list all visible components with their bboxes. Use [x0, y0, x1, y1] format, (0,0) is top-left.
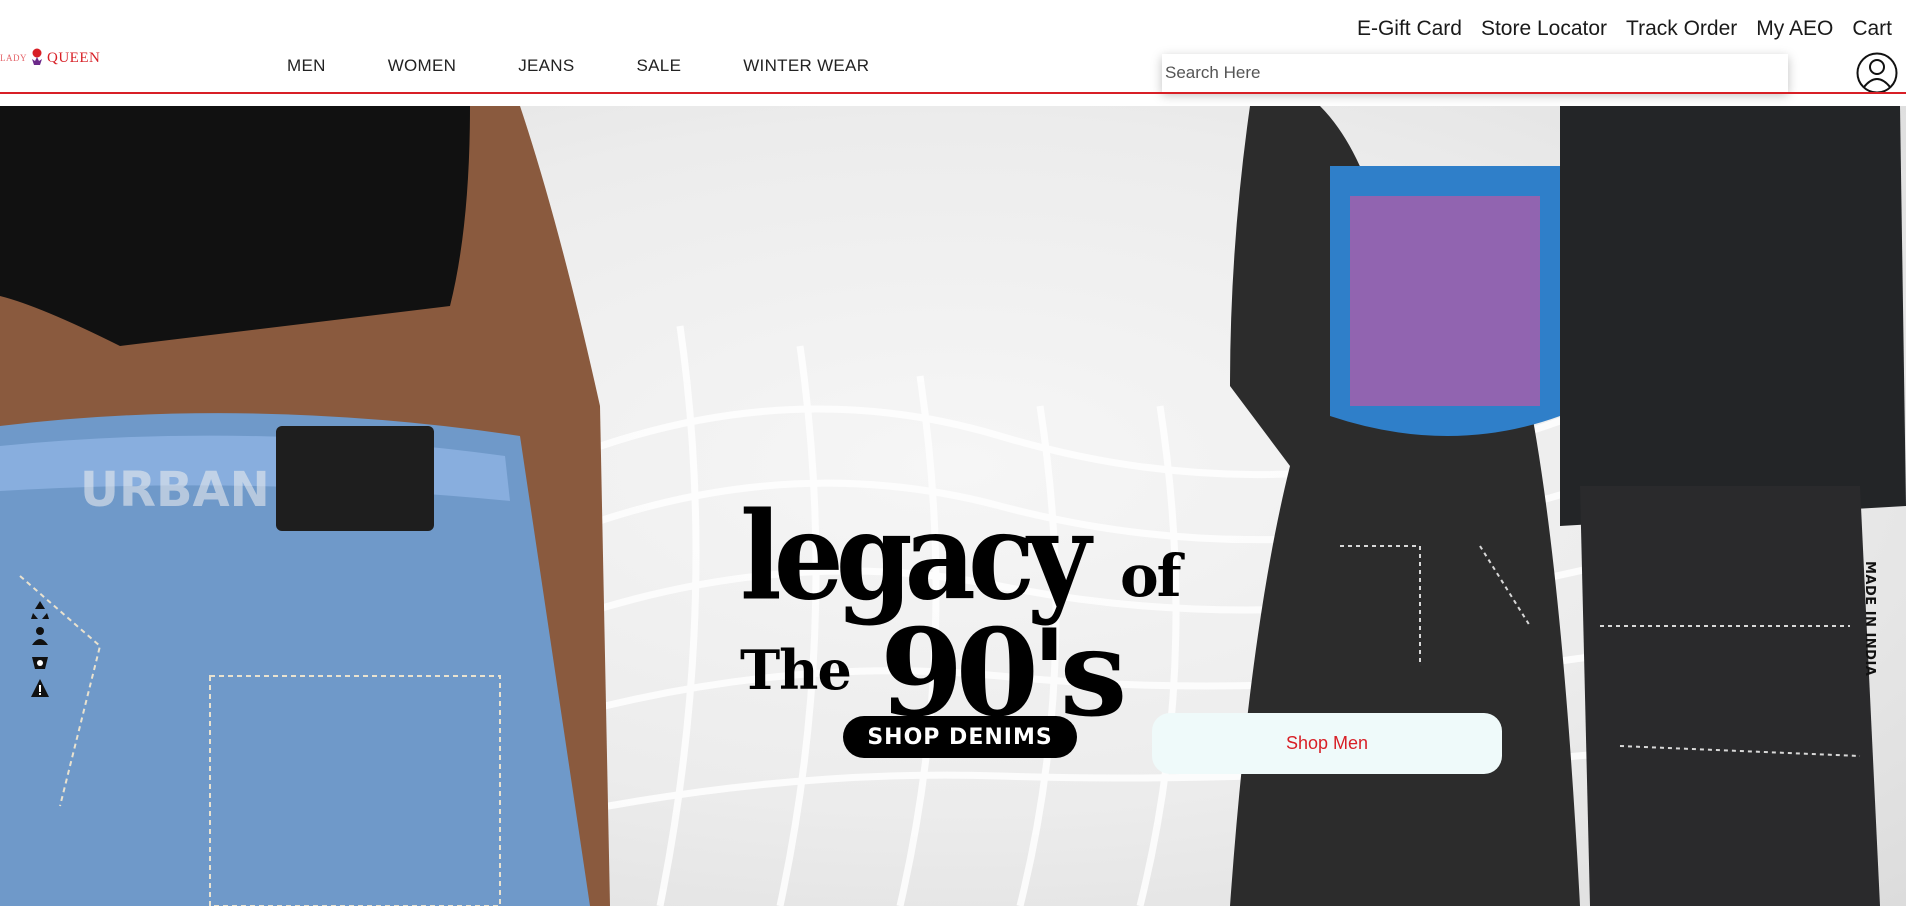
brand-logo[interactable]: LADY QUEEN: [0, 48, 100, 68]
shop-men-button[interactable]: Shop Men: [1152, 713, 1502, 774]
track-order-link[interactable]: Track Order: [1626, 17, 1737, 41]
nav-item-winter-wear[interactable]: WINTER WEAR: [743, 56, 869, 76]
nav-item-jeans[interactable]: JEANS: [518, 56, 574, 76]
site-header: LADY QUEEN E-Gift Card Store Locator Tra…: [0, 0, 1906, 94]
main-nav: MEN WOMEN JEANS SALE WINTER WEAR: [287, 56, 869, 76]
nav-item-women[interactable]: WOMEN: [388, 56, 457, 76]
shop-denims-button[interactable]: SHOP DENIMS: [843, 716, 1077, 758]
care-icons: [30, 599, 50, 699]
egift-card-link[interactable]: E-Gift Card: [1357, 17, 1462, 41]
utility-links: E-Gift Card Store Locator Track Order My…: [1357, 17, 1892, 41]
nav-item-men[interactable]: MEN: [287, 56, 326, 76]
user-circle-icon[interactable]: [1856, 52, 1898, 94]
waistband-print-text: URBAN: [80, 462, 270, 518]
store-locator-link[interactable]: Store Locator: [1481, 17, 1607, 41]
recycle-icon: [30, 599, 50, 621]
hero-banner[interactable]: URBAN legacy of The 90's MADE IN INDIA: [0, 106, 1906, 906]
warning-icon: [30, 677, 50, 699]
made-in-india-label: MADE IN INDIA: [1862, 561, 1877, 677]
header-divider: [0, 92, 1906, 94]
headline-of: of: [1120, 542, 1182, 610]
search-input[interactable]: [1162, 54, 1788, 92]
logo-prefix: LADY: [0, 53, 27, 63]
crown-icon: [32, 48, 42, 65]
logo-text: QUEEN: [47, 49, 101, 66]
cart-link[interactable]: Cart: [1852, 17, 1892, 41]
nav-item-sale[interactable]: SALE: [637, 56, 682, 76]
wash-icon: [30, 651, 50, 673]
headline-the: The: [740, 638, 852, 702]
hand-care-icon: [30, 625, 50, 647]
my-aeo-link[interactable]: My AEO: [1756, 17, 1833, 41]
headline-legacy: legacy: [740, 485, 1091, 627]
